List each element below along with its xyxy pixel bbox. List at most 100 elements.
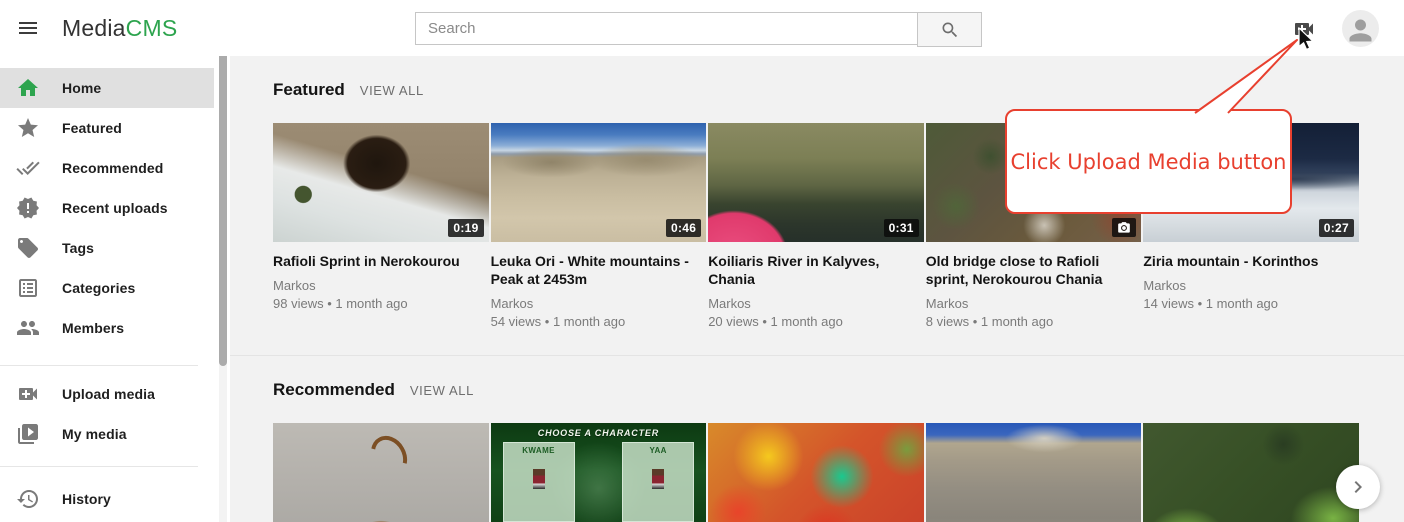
duration-badge: 0:31 (884, 219, 919, 237)
duration-badge: 0:19 (448, 219, 483, 237)
new-releases-icon (16, 196, 40, 220)
media-card: 0:46 Leuka Ori - White mountains - Peak … (491, 123, 707, 329)
media-card (926, 423, 1142, 522)
sidebar-item-label: Home (62, 80, 101, 96)
media-author[interactable]: Markos (273, 278, 489, 293)
user-avatar[interactable] (1342, 10, 1379, 47)
duration-badge: 0:46 (666, 219, 701, 237)
video-thumbnail[interactable]: 0:19 (273, 123, 489, 242)
video-thumbnail[interactable]: 0:46 (491, 123, 707, 242)
list-alt-icon (16, 276, 40, 300)
sidebar-item-members[interactable]: Members (0, 308, 214, 348)
media-card (273, 423, 489, 522)
sidebar-divider (0, 365, 198, 366)
recommended-view-all-link[interactable]: VIEW ALL (410, 383, 474, 398)
chevron-right-icon (1346, 475, 1370, 499)
media-author[interactable]: Markos (708, 296, 924, 311)
featured-view-all-link[interactable]: VIEW ALL (360, 83, 424, 98)
mouse-cursor (1297, 27, 1317, 53)
sidebar-item-label: My media (62, 426, 127, 442)
sidebar-item-recommended[interactable]: Recommended (0, 148, 214, 188)
video-thumbnail[interactable] (273, 423, 489, 522)
sidebar-item-label: Members (62, 320, 124, 336)
camera-icon (1117, 221, 1131, 235)
history-icon (16, 487, 40, 511)
sidebar: Home Featured Recommended Recent uploads… (0, 56, 230, 522)
tutorial-callout: Click Upload Media button (1005, 109, 1292, 214)
double-check-icon (16, 156, 40, 180)
callout-pointer-arrow (1180, 30, 1310, 120)
sidebar-item-my-media[interactable]: My media (0, 414, 214, 454)
media-card (1143, 423, 1359, 522)
thumbnail-overlay-panel: KWAME Selected (503, 442, 575, 522)
media-author[interactable]: Markos (926, 296, 1142, 311)
sidebar-item-label: Recommended (62, 160, 163, 176)
home-icon (16, 76, 40, 100)
carousel-next-button[interactable] (1336, 465, 1380, 509)
people-icon (16, 316, 40, 340)
sidebar-scrollbar-thumb[interactable] (219, 50, 227, 366)
media-meta: 14 views • 1 month ago (1143, 296, 1359, 311)
sidebar-item-upload-media[interactable]: Upload media (0, 374, 214, 414)
sidebar-item-label: Recent uploads (62, 200, 168, 216)
video-thumbnail[interactable] (1143, 423, 1359, 522)
duration-badge: 0:27 (1319, 219, 1354, 237)
media-title[interactable]: Leuka Ori - White mountains - Peak at 24… (491, 252, 707, 288)
search-input[interactable] (415, 12, 917, 45)
recommended-section-header: Recommended VIEW ALL (273, 380, 1359, 400)
sidebar-item-label: Categories (62, 280, 135, 296)
video-thumbnail[interactable] (708, 423, 924, 522)
media-meta: 8 views • 1 month ago (926, 314, 1142, 329)
sidebar-divider (0, 466, 198, 467)
thumbnail-overlay-panel: YAA Select (622, 442, 694, 522)
media-author[interactable]: Markos (491, 296, 707, 311)
sidebar-item-featured[interactable]: Featured (0, 108, 214, 148)
sidebar-item-label: Featured (62, 120, 122, 136)
media-title[interactable]: Rafioli Sprint in Nerokourou (273, 252, 489, 270)
video-thumbnail[interactable]: 0:31 (708, 123, 924, 242)
tag-icon (16, 236, 40, 260)
sidebar-item-tags[interactable]: Tags (0, 228, 214, 268)
media-title[interactable]: Ziria mountain - Korinthos (1143, 252, 1359, 270)
search-icon (940, 20, 960, 40)
media-title[interactable]: Old bridge close to Rafioli sprint, Nero… (926, 252, 1142, 288)
media-card: 0:19 Rafioli Sprint in Nerokourou Markos… (273, 123, 489, 329)
camera-badge (1112, 218, 1136, 237)
media-title[interactable]: Koiliaris River in Kalyves, Chania (708, 252, 924, 288)
thumbnail-overlay-text: YAA (623, 446, 693, 455)
sidebar-item-label: History (62, 491, 111, 507)
sidebar-item-label: Tags (62, 240, 94, 256)
hamburger-menu-icon[interactable] (14, 16, 42, 40)
video-thumbnail[interactable]: CHOOSE A CHARACTER KWAME Selected YAA Se… (491, 423, 707, 522)
media-card: CHOOSE A CHARACTER KWAME Selected YAA Se… (491, 423, 707, 522)
thumbnail-overlay-text: KWAME (504, 446, 574, 455)
media-card (708, 423, 924, 522)
brand-media: Media (62, 15, 126, 41)
thumbnail-character-figure (652, 469, 664, 489)
video-library-icon (16, 422, 40, 446)
media-meta: 54 views • 1 month ago (491, 314, 707, 329)
brand-cms: CMS (126, 15, 178, 41)
media-author[interactable]: Markos (1143, 278, 1359, 293)
video-call-icon (16, 382, 40, 406)
sidebar-item-history[interactable]: History (0, 479, 214, 519)
search-button[interactable] (917, 12, 982, 47)
thumbnail-character-figure (533, 469, 545, 489)
recommended-section: Recommended VIEW ALL CHOOSE A CHARACTER … (230, 356, 1404, 522)
recommended-cards-row: CHOOSE A CHARACTER KWAME Selected YAA Se… (273, 423, 1359, 522)
star-icon (16, 116, 40, 140)
tutorial-callout-text: Click Upload Media button (1011, 150, 1287, 174)
section-title-featured: Featured (273, 80, 345, 100)
sidebar-item-recent-uploads[interactable]: Recent uploads (0, 188, 214, 228)
section-title-recommended: Recommended (273, 380, 395, 400)
sidebar-nav: Home Featured Recommended Recent uploads… (0, 56, 230, 519)
media-card: 0:31 Koiliaris River in Kalyves, Chania … (708, 123, 924, 329)
media-meta: 20 views • 1 month ago (708, 314, 924, 329)
sidebar-item-home[interactable]: Home (0, 68, 214, 108)
brand-logo[interactable]: MediaCMS (62, 0, 177, 56)
person-icon (1344, 14, 1377, 47)
video-thumbnail[interactable] (926, 423, 1142, 522)
sidebar-item-categories[interactable]: Categories (0, 268, 214, 308)
media-meta: 98 views • 1 month ago (273, 296, 489, 311)
search-form (415, 12, 982, 45)
